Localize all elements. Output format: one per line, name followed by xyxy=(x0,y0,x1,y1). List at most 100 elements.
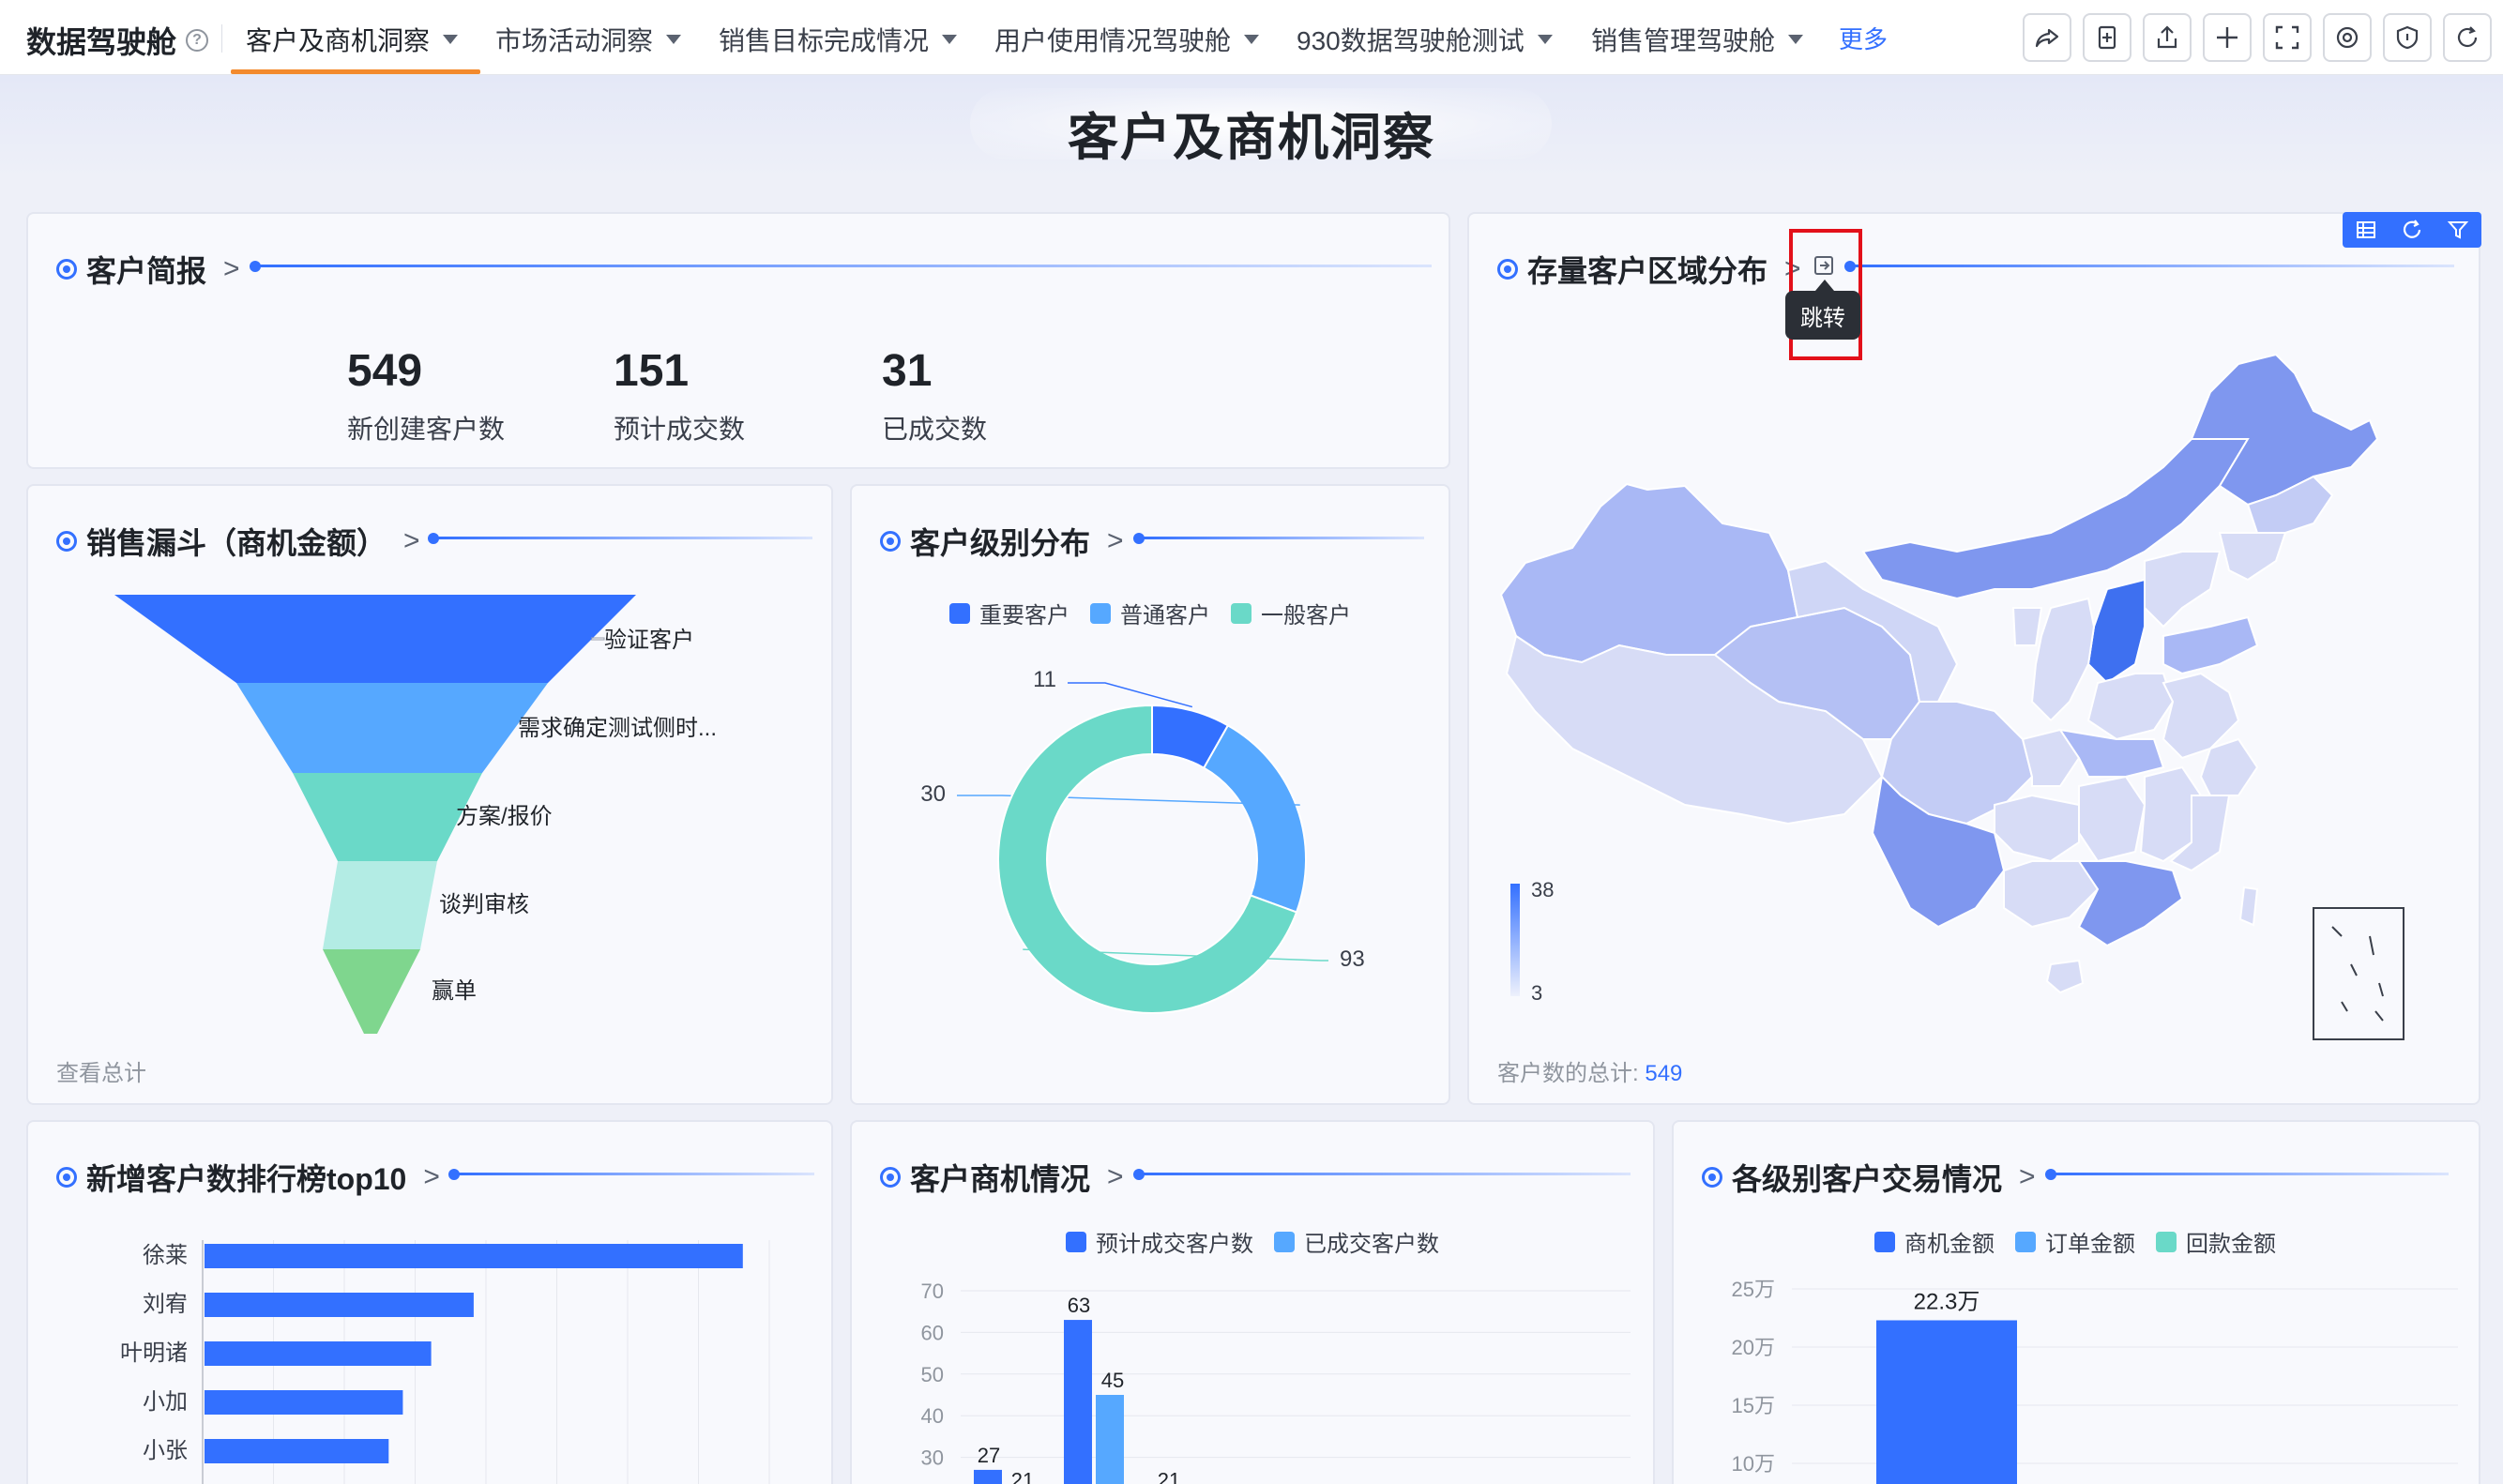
header-line xyxy=(259,265,1432,267)
y-tick-label: 30 xyxy=(921,1446,944,1470)
funnel-stage xyxy=(236,683,548,773)
bar xyxy=(1876,1320,2017,1484)
china-map: 38 3 xyxy=(1499,353,2404,1040)
map-region xyxy=(2238,886,2259,927)
map-region xyxy=(2144,551,2222,628)
map-total-value: 549 xyxy=(1645,1061,1683,1086)
map-region xyxy=(2218,532,2287,582)
chevron-down-icon xyxy=(1537,35,1553,44)
chevron-down-icon xyxy=(1788,35,1804,44)
funnel-stage xyxy=(323,949,420,1034)
chevron-down-icon xyxy=(666,35,682,44)
top10-card: 新增客户数排行榜top10 > 徐莱 刘宥 叶明诸 小加 小张 xyxy=(26,1120,833,1484)
y-tick-label: 60 xyxy=(921,1321,944,1344)
funnel-stage-label: 需求确定测试侧时... xyxy=(518,716,717,741)
kpi-value: 549 xyxy=(347,346,423,396)
bar xyxy=(205,1390,403,1415)
tab-label: 销售管理驾驶舱 xyxy=(1591,26,1776,55)
refresh-button[interactable] xyxy=(2443,13,2492,62)
tab-marketing-insight[interactable]: 市场活动洞察 xyxy=(495,21,682,58)
settings-button[interactable] xyxy=(2323,13,2372,62)
target-icon xyxy=(56,259,77,280)
south-sea-islands xyxy=(2331,926,2384,1022)
tab-customer-insight[interactable]: 客户及商机洞察 xyxy=(246,21,459,58)
bar xyxy=(205,1341,432,1366)
view-total-link[interactable]: 查看总计 xyxy=(56,1054,146,1087)
bar xyxy=(1096,1395,1124,1484)
share-button[interactable] xyxy=(2023,13,2071,62)
chevron-down-icon xyxy=(443,35,459,44)
more-tabs-link[interactable]: 更多 xyxy=(1839,21,1888,55)
bar-value-label: 21 xyxy=(1158,1469,1180,1484)
y-tick-label: 10万 xyxy=(1732,1452,1775,1476)
filter-icon[interactable] xyxy=(2447,219,2469,241)
bar xyxy=(205,1244,743,1268)
bar xyxy=(974,1469,1002,1484)
bar-category-label: 小张 xyxy=(143,1438,188,1463)
color-scale-bar xyxy=(1510,884,1520,996)
fullscreen-button[interactable] xyxy=(2263,13,2312,62)
share-icon xyxy=(2035,28,2059,48)
bar-value-label: 21 xyxy=(1011,1469,1034,1484)
tab-sales-target[interactable]: 销售目标完成情况 xyxy=(719,21,958,58)
bookmark-add-button[interactable] xyxy=(2083,13,2131,62)
donut-value-label: 30 xyxy=(920,781,946,807)
tab-sales-management[interactable]: 销售管理驾驶舱 xyxy=(1591,21,1804,58)
sales-funnel-card: 销售漏斗（商机金额） > 验证客户 需求确定测试侧时... 方案/报价 谈判审核… xyxy=(26,484,833,1105)
map-total-footer: 客户数的总计: 549 xyxy=(1497,1054,1682,1087)
bar-value-label: 63 xyxy=(1068,1294,1090,1317)
opportunity-bar-chart: 70 60 50 40 30 27 21 63 45 21 xyxy=(921,1280,1631,1484)
help-icon[interactable]: ? xyxy=(186,29,209,52)
bar-category-label: 刘宥 xyxy=(143,1292,188,1317)
page-title: 客户及商机洞察 xyxy=(1068,110,1435,166)
region-map-card: 存量客户区域分布 > 38 3 客户数的总计: 549 xyxy=(1467,212,2480,1105)
bar xyxy=(205,1439,389,1463)
funnel-stage xyxy=(323,861,437,949)
bar xyxy=(1064,1320,1092,1484)
chevron-right-icon[interactable]: > xyxy=(223,253,240,285)
map-card-toolbar xyxy=(2343,212,2481,248)
tab-label: 客户及商机洞察 xyxy=(246,26,431,55)
y-tick-label: 40 xyxy=(921,1404,944,1428)
bar-value-label: 45 xyxy=(1101,1369,1124,1392)
tab-label: 930数据驾驶舱测试 xyxy=(1297,26,1525,55)
map-region xyxy=(2011,607,2043,646)
donut-chart: 11 30 93 xyxy=(920,667,1365,1014)
color-scale-min: 3 xyxy=(1531,981,1542,1005)
add-icon xyxy=(2217,27,2238,48)
tab-user-usage[interactable]: 用户使用情况驾驶舱 xyxy=(994,21,1260,58)
kpi-value: 31 xyxy=(882,346,933,396)
fullscreen-icon xyxy=(2275,25,2299,50)
chevron-down-icon xyxy=(942,35,958,44)
jump-tooltip: 跳转 xyxy=(1785,280,1860,340)
tab-label: 市场活动洞察 xyxy=(495,26,654,55)
kpi-label: 已成交数 xyxy=(882,415,988,444)
color-scale-max: 38 xyxy=(1531,878,1554,901)
funnel-stage xyxy=(293,773,482,861)
add-button[interactable] xyxy=(2203,13,2252,62)
card-header: 客户简报 > xyxy=(56,248,240,291)
kpi-value: 151 xyxy=(614,346,690,396)
bookmark-add-icon xyxy=(2098,25,2116,50)
funnel-chart: 验证客户 需求确定测试侧时... 方案/报价 谈判审核 赢单 xyxy=(114,595,717,1034)
tab-930-test[interactable]: 930数据驾驶舱测试 xyxy=(1297,21,1553,58)
y-tick-label: 15万 xyxy=(1732,1394,1775,1417)
export-icon xyxy=(2157,25,2177,49)
map-region xyxy=(2045,959,2085,994)
export-button[interactable] xyxy=(2143,13,2192,62)
tab-label: 销售目标完成情况 xyxy=(719,26,930,55)
donut-leader-line xyxy=(1068,682,1193,708)
app-title: 数据驾驶舱 xyxy=(26,25,177,59)
table-icon[interactable] xyxy=(2355,219,2377,241)
opportunity-card: 客户商机情况 > 预计成交客户数 已成交客户数 70 60 50 40 30 27 21 63… xyxy=(850,1120,1655,1484)
y-tick-label: 70 xyxy=(921,1280,944,1303)
donut-slice xyxy=(1202,723,1307,914)
refresh-icon[interactable] xyxy=(2401,219,2423,241)
donut-value-label: 11 xyxy=(1033,667,1056,692)
map-region xyxy=(2030,597,2096,722)
chevron-down-icon xyxy=(1244,35,1260,44)
map-region xyxy=(2086,578,2146,685)
permission-button[interactable] xyxy=(2383,13,2432,62)
y-tick-label: 50 xyxy=(921,1363,944,1386)
donut-value-label: 93 xyxy=(1340,946,1365,972)
